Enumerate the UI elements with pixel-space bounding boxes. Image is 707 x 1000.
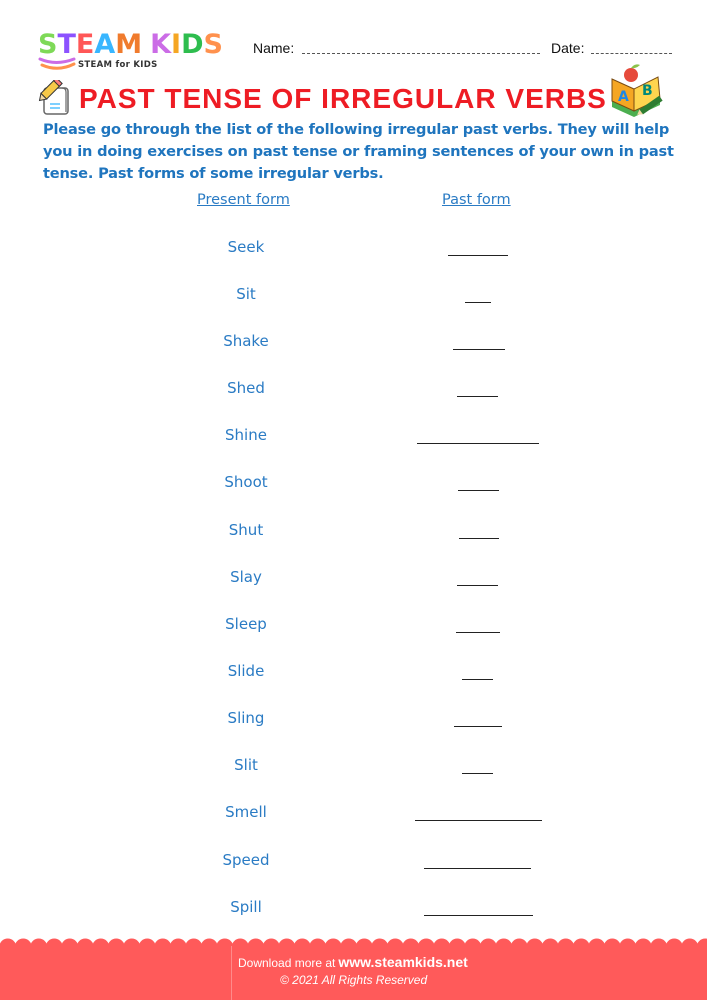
logo-letter: K	[150, 29, 172, 60]
logo-swoosh-icon	[38, 57, 76, 70]
logo-letter: M	[115, 29, 143, 60]
past-form-blank[interactable]	[453, 349, 505, 350]
present-form-verb: Slay	[230, 568, 262, 586]
name-label: Name:	[253, 40, 295, 56]
verb-row: Sling	[0, 709, 707, 739]
footer-copyright: © 2021 All Rights Reserved	[280, 973, 428, 987]
present-form-verb: Slit	[234, 756, 258, 774]
present-form-verb: Shine	[225, 426, 267, 444]
footer-download-prefix: Download more at	[238, 956, 336, 970]
footer-site-link[interactable]: www.steamkids.net	[338, 954, 467, 970]
logo-letter: S	[203, 29, 223, 60]
present-form-verb: Sleep	[225, 615, 267, 633]
steam-kids-logo: STEAM KIDS STEAM for KIDS	[38, 30, 238, 74]
present-form-verb: Shut	[228, 521, 264, 539]
instructions-text: Please go through the list of the follow…	[43, 121, 674, 182]
verb-row: Shine	[0, 426, 707, 456]
present-form-verb: Smell	[225, 803, 267, 821]
verb-row: Slay	[0, 568, 707, 598]
present-form-verb: Sling	[227, 709, 265, 727]
past-form-blank[interactable]	[458, 490, 499, 491]
pencil-paper-icon	[38, 80, 69, 115]
past-form-blank[interactable]	[457, 396, 498, 397]
name-input-line[interactable]	[302, 53, 540, 54]
past-form-blank[interactable]	[424, 915, 533, 916]
present-form-verb: Spill	[230, 898, 262, 916]
past-form-blank[interactable]	[462, 679, 493, 680]
past-form-blank[interactable]	[457, 585, 498, 586]
present-form-verb: Slide	[227, 662, 265, 680]
past-form-blank[interactable]	[424, 868, 531, 869]
footer: Download more at www.steamkids.net © 2021…	[0, 946, 707, 1000]
past-form-blank[interactable]	[456, 632, 500, 633]
verb-row: Seek	[0, 238, 707, 268]
footer-divider	[231, 946, 232, 1000]
verb-row: Shake	[0, 332, 707, 362]
date-label: Date:	[551, 40, 585, 56]
svg-text:B: B	[642, 83, 653, 99]
logo-letter: A	[94, 29, 116, 60]
verb-row: Shoot	[0, 473, 707, 503]
present-form-verb: Shoot	[224, 473, 268, 491]
past-form-blank[interactable]	[415, 820, 542, 821]
logo-letter: D	[181, 29, 204, 60]
verb-row: Slit	[0, 756, 707, 786]
svg-text:A: A	[618, 89, 629, 105]
verb-row: Speed	[0, 851, 707, 881]
present-form-verb: Speed	[222, 851, 270, 869]
verb-row: Slide	[0, 662, 707, 692]
verb-row: Shed	[0, 379, 707, 409]
verb-row: Shut	[0, 521, 707, 551]
page-title: PAST TENSE OF IRREGULAR VERBS	[79, 83, 607, 114]
logo-subtitle: STEAM for KIDS	[78, 60, 158, 70]
logo-letter: I	[171, 29, 182, 60]
verb-row: Sit	[0, 285, 707, 315]
verb-row: Sleep	[0, 615, 707, 645]
present-form-verb: Shed	[227, 379, 265, 397]
past-form-blank[interactable]	[462, 773, 493, 774]
past-form-blank[interactable]	[417, 443, 539, 444]
logo-letter: E	[75, 29, 95, 60]
past-form-blank[interactable]	[465, 302, 491, 303]
past-form-blank[interactable]	[454, 726, 502, 727]
present-form-verb: Sit	[236, 285, 256, 303]
footer-download: Download more at www.steamkids.net	[238, 954, 468, 970]
present-form-header: Present form	[197, 192, 290, 208]
present-form-verb: Seek	[227, 238, 265, 256]
verb-row: Spill	[0, 898, 707, 928]
present-form-verb: Shake	[223, 332, 269, 350]
verb-row: Smell	[0, 803, 707, 833]
past-form-blank[interactable]	[448, 255, 508, 256]
date-input-line[interactable]	[591, 53, 672, 54]
past-form-header: Past form	[442, 192, 511, 208]
abc-book-icon: A B	[611, 64, 663, 117]
past-form-blank[interactable]	[459, 538, 499, 539]
